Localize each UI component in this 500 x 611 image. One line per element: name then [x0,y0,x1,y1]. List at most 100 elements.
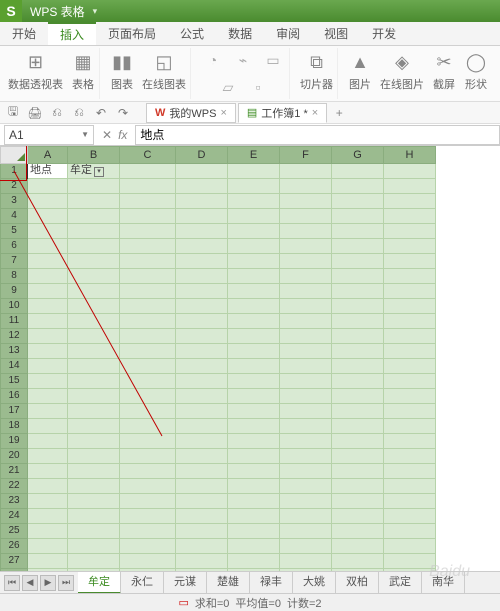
cell[interactable] [120,404,176,419]
cell[interactable] [280,209,332,224]
cell[interactable] [120,524,176,539]
image-button[interactable]: ▲图片 [348,50,372,92]
cell[interactable] [332,224,384,239]
cell[interactable] [280,389,332,404]
cell[interactable] [68,344,120,359]
col-header-c[interactable]: C [120,146,176,164]
cell[interactable] [228,464,280,479]
cell[interactable] [384,554,436,569]
sheet-tab[interactable]: 牟定 [78,572,121,594]
cell[interactable] [228,419,280,434]
cell[interactable] [176,269,228,284]
cell[interactable] [228,389,280,404]
app-menu-dropdown-icon[interactable]: ▾ [93,6,98,17]
cell[interactable] [332,254,384,269]
cell[interactable] [68,554,120,569]
cell[interactable] [332,464,384,479]
qat-redo-icon[interactable]: ↷ [114,104,132,122]
cell[interactable] [228,329,280,344]
cell[interactable] [68,359,120,374]
cell[interactable] [28,224,68,239]
cell[interactable] [384,374,436,389]
cell[interactable] [280,179,332,194]
cell[interactable] [176,419,228,434]
cell[interactable] [120,164,176,179]
tab-formula[interactable]: 公式 [168,22,216,45]
cell[interactable] [28,434,68,449]
cell[interactable] [176,299,228,314]
cell[interactable] [176,449,228,464]
sheet-last-icon[interactable]: ⏭ [58,575,74,591]
pivot-table-button[interactable]: ⊞数据透视表 [8,50,63,92]
cell[interactable] [68,464,120,479]
tab-home[interactable]: 开始 [0,22,48,45]
row-header[interactable]: 17 [0,404,28,419]
sheet-tab[interactable]: 禄丰 [250,572,293,594]
tab-review[interactable]: 审阅 [264,22,312,45]
cancel-icon[interactable]: ✕ [102,128,112,142]
cell[interactable] [176,359,228,374]
cell[interactable] [176,344,228,359]
cells-area[interactable]: 1地点牟定▾2345678910111213141516171819202122… [0,164,500,590]
cell[interactable] [176,404,228,419]
cell[interactable] [68,284,120,299]
cell[interactable] [228,314,280,329]
cell[interactable] [228,254,280,269]
filter-icon[interactable]: ▾ [94,167,104,177]
cell[interactable] [332,449,384,464]
cell[interactable] [176,389,228,404]
cell[interactable] [68,239,120,254]
cell[interactable] [384,359,436,374]
cell[interactable] [332,389,384,404]
chart-type-1-icon[interactable]: ◔ [201,50,225,70]
row-header[interactable]: 25 [0,524,28,539]
row-header[interactable]: 4 [0,209,28,224]
cell[interactable] [176,434,228,449]
cell[interactable] [120,479,176,494]
screenshot-button[interactable]: ✂截屏 [432,50,456,92]
cell[interactable] [120,194,176,209]
cell[interactable] [332,509,384,524]
cell[interactable] [28,479,68,494]
cell[interactable] [280,329,332,344]
chart-type-5-icon[interactable]: ▫ [246,77,270,97]
cell[interactable] [28,329,68,344]
cell[interactable] [280,449,332,464]
cell[interactable] [332,239,384,254]
cell[interactable] [228,164,280,179]
cell[interactable] [28,314,68,329]
cell[interactable] [120,239,176,254]
cell[interactable] [120,269,176,284]
cell[interactable] [176,524,228,539]
cell[interactable] [384,224,436,239]
cell[interactable] [332,479,384,494]
close-icon[interactable]: × [220,107,226,119]
row-header[interactable]: 13 [0,344,28,359]
row-header[interactable]: 6 [0,239,28,254]
cell[interactable] [280,374,332,389]
cell[interactable] [280,164,332,179]
cell[interactable] [280,494,332,509]
cell[interactable] [280,479,332,494]
add-tab-button[interactable]: + [329,106,349,120]
cell[interactable] [228,344,280,359]
cell[interactable] [120,254,176,269]
sheet-tab[interactable]: 双柏 [336,572,379,594]
sheet-tab[interactable]: 元谋 [164,572,207,594]
cell[interactable] [332,524,384,539]
cell[interactable] [280,464,332,479]
cell[interactable] [280,404,332,419]
col-header-e[interactable]: E [228,146,280,164]
chart-type-4-icon[interactable]: ▱ [216,77,240,97]
row-header[interactable]: 21 [0,464,28,479]
cell[interactable] [176,209,228,224]
cell[interactable] [332,329,384,344]
cell[interactable] [384,254,436,269]
cell[interactable] [68,449,120,464]
cell[interactable] [332,404,384,419]
cell[interactable] [332,554,384,569]
cell[interactable] [176,224,228,239]
cell[interactable] [68,479,120,494]
cell[interactable] [280,509,332,524]
cell[interactable] [332,434,384,449]
